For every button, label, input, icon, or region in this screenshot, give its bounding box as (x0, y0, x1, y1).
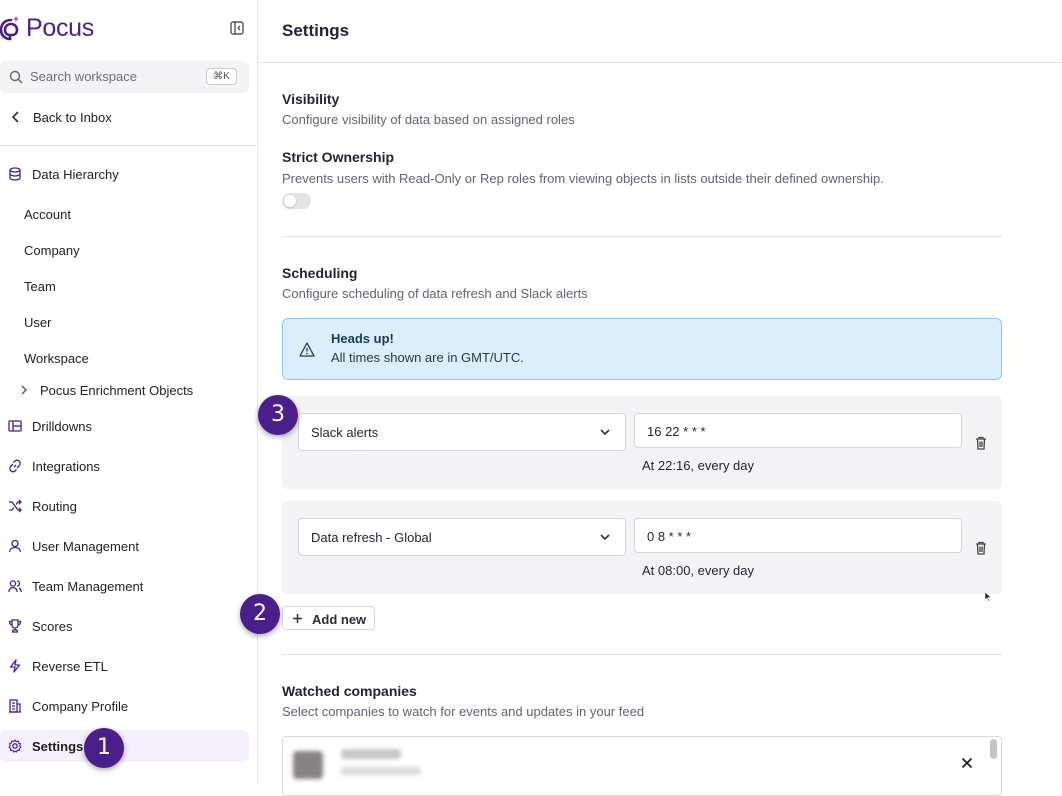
section-divider (282, 654, 1002, 655)
sidebar-item-label: Integrations (32, 459, 100, 474)
alert-title: Heads up! (331, 331, 394, 346)
cron-value: 0 8 * * * (647, 529, 692, 544)
app-name: Pocus (26, 13, 94, 42)
drilldowns-icon (8, 420, 22, 432)
watched-company-list[interactable] (282, 736, 1002, 796)
alert-body: All times shown are in GMT/UTC. (331, 350, 524, 365)
search-icon (9, 70, 23, 84)
strict-ownership-toggle[interactable] (282, 193, 311, 209)
page-header: Settings (258, 0, 1062, 63)
warning-icon (299, 342, 315, 357)
add-schedule-button[interactable]: Add new (282, 606, 375, 630)
chevron-right-icon (21, 385, 27, 395)
strict-ownership-description: Prevents users with Read-Only or Rep rol… (282, 171, 884, 186)
schedule-type-value: Slack alerts (311, 425, 379, 440)
timezone-alert: Heads up! All times shown are in GMT/UTC… (282, 318, 1002, 380)
company-avatar (293, 751, 323, 779)
users-icon (8, 580, 22, 593)
search-input[interactable]: Search workspace (30, 69, 137, 84)
strict-ownership-title: Strict Ownership (282, 149, 395, 165)
visibility-description: Configure visibility of data based on as… (282, 112, 575, 127)
chevron-left-icon (11, 111, 19, 123)
cron-description: At 08:00, every day (642, 563, 755, 578)
close-icon[interactable] (961, 757, 973, 769)
bolt-icon (9, 659, 21, 673)
sidebar-item-label: Routing (32, 499, 77, 514)
scheduling-description: Configure scheduling of data refresh and… (282, 286, 588, 301)
watched-description: Select companies to watch for events and… (282, 704, 645, 719)
sidebar-item-label: User Management (32, 539, 139, 554)
schedule-type-select[interactable]: Slack alerts (298, 413, 626, 451)
sidebar-item-label: Pocus Enrichment Objects (40, 383, 194, 398)
sidebar-item-label: Data Hierarchy (32, 167, 119, 182)
page-title: Settings (282, 21, 350, 40)
sidebar-item-team-management[interactable]: Team Management (0, 573, 249, 599)
sidebar-item-label: Settings (32, 739, 84, 754)
sidebar-divider (0, 145, 258, 146)
back-label: Back to Inbox (33, 109, 112, 125)
back-to-inbox-link[interactable]: Back to Inbox (0, 104, 112, 130)
schedule-row: Slack alerts 16 22 * * * At 22:16, every… (282, 396, 1002, 489)
pocus-logo[interactable]: Pocus (0, 12, 94, 44)
cron-input[interactable]: 16 22 * * * (634, 413, 962, 448)
link-icon (9, 459, 21, 473)
schedule-type-select[interactable]: Data refresh - Global (298, 518, 626, 556)
gear-icon (8, 739, 22, 753)
mouse-cursor-icon (984, 591, 992, 602)
trophy-icon (8, 619, 22, 633)
search-shortcut: ⌘K (206, 68, 237, 85)
sidebar-item-label: Reverse ETL (32, 659, 108, 674)
main-content: Settings Visibility Configure visibility… (258, 0, 1062, 796)
step-marker-3: 3 (258, 395, 298, 435)
step-marker-1: 1 (84, 728, 124, 768)
schedule-row: Data refresh - Global 0 8 * * * At 08:00… (282, 501, 1002, 594)
schedule-type-value: Data refresh - Global (311, 530, 432, 545)
trash-icon[interactable] (975, 436, 987, 450)
sidebar-item-label: Company Profile (32, 699, 129, 714)
visibility-title: Visibility (282, 91, 340, 107)
collapse-sidebar-icon[interactable] (229, 20, 245, 36)
shuffle-icon (9, 499, 22, 513)
database-icon (9, 167, 21, 181)
sidebar-item-routing[interactable]: Routing (0, 493, 249, 519)
pocus-logo-icon (0, 16, 19, 41)
sidebar-item-company-profile[interactable]: Company Profile (0, 693, 249, 719)
sidebar-item-user-management[interactable]: User Management (0, 533, 249, 559)
plus-icon (293, 614, 302, 623)
chevron-down-icon (600, 429, 610, 436)
sidebar-item-reverse-etl[interactable]: Reverse ETL (0, 653, 249, 679)
sidebar-subitem-company[interactable]: Company (24, 243, 80, 258)
sidebar-item-integrations[interactable]: Integrations (0, 453, 249, 479)
scrollbar[interactable] (990, 739, 997, 759)
sidebar-subitem-workspace[interactable]: Workspace (24, 351, 89, 366)
cron-input[interactable]: 0 8 * * * (634, 518, 962, 553)
watched-title: Watched companies (282, 683, 417, 699)
sidebar-item-data-hierarchy[interactable]: Data Hierarchy (0, 161, 249, 187)
sidebar-subitem-account[interactable]: Account (24, 207, 71, 222)
cron-value: 16 22 * * * (647, 424, 706, 439)
sidebar-item-drilldowns[interactable]: Drilldowns (0, 413, 249, 439)
trash-icon[interactable] (975, 541, 987, 555)
search-bar[interactable]: Search workspace ⌘K (0, 61, 249, 93)
sidebar-subitem-team[interactable]: Team (24, 279, 56, 294)
step-marker-2: 2 (240, 594, 280, 634)
add-label: Add new (312, 612, 367, 627)
scheduling-title: Scheduling (282, 265, 358, 281)
section-divider (282, 236, 1002, 237)
sidebar-subitem-enrichment[interactable]: Pocus Enrichment Objects (0, 377, 249, 403)
sidebar-item-label: Drilldowns (32, 419, 92, 434)
sidebar: Pocus Search workspace ⌘K Back to Inbox … (0, 0, 258, 784)
cron-description: At 22:16, every day (642, 458, 755, 473)
company-name-redacted (341, 749, 401, 759)
sidebar-item-label: Scores (32, 619, 73, 634)
sidebar-item-settings[interactable]: Settings (0, 730, 249, 762)
chevron-down-icon (600, 534, 610, 541)
sidebar-subitem-user[interactable]: User (24, 315, 51, 330)
building-icon (9, 699, 21, 713)
user-icon (8, 539, 22, 553)
sidebar-item-label: Team Management (32, 579, 144, 594)
company-detail-redacted (341, 767, 421, 775)
sidebar-item-scores[interactable]: Scores (0, 613, 249, 639)
